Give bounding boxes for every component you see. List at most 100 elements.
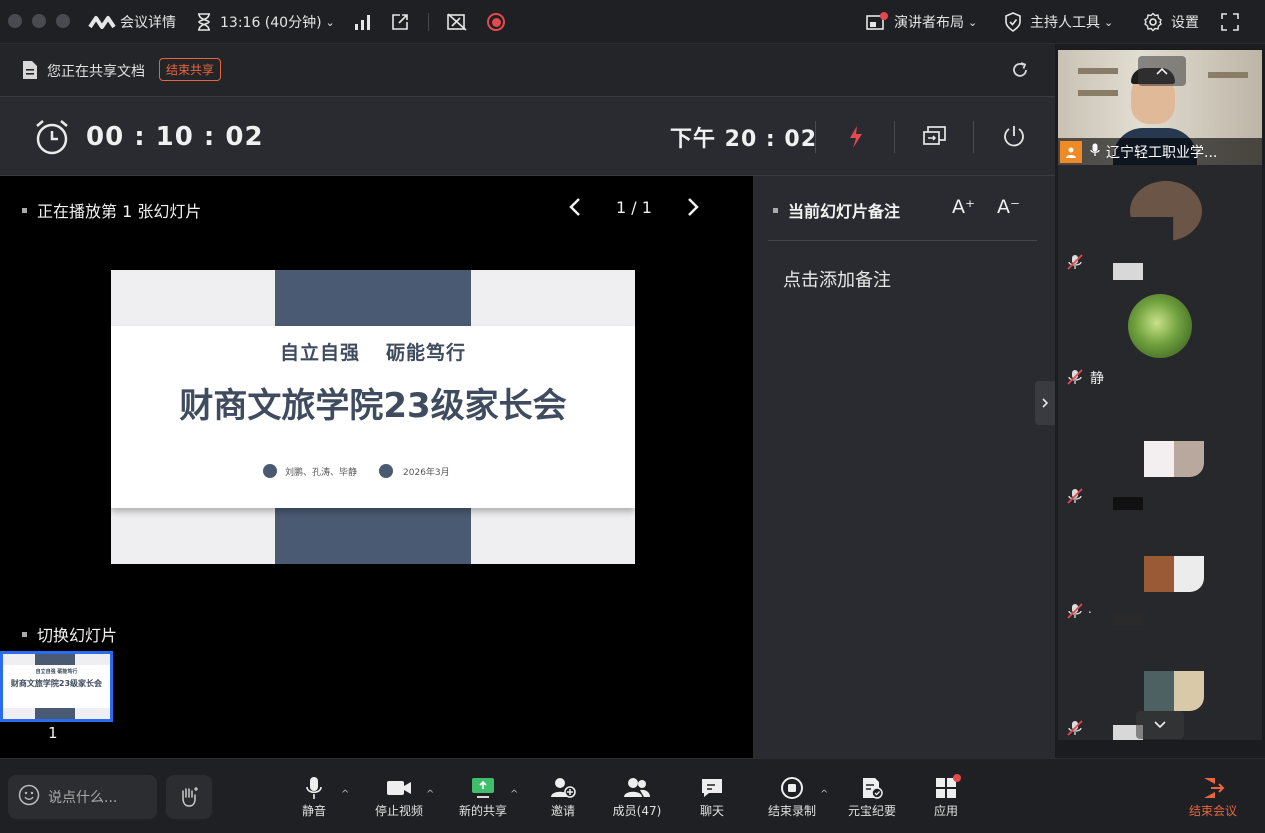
window-minimize-button[interactable] [32,14,46,28]
participant-tile[interactable] [1058,395,1262,510]
raise-hand-button[interactable] [166,775,212,819]
thumb-title: 财商文旅学院23级家长会 [10,679,103,688]
elapsed-time-label: 13:16 (40分钟) [220,15,322,31]
slide-authors: 刘鹏、孔涛、毕静 [285,467,358,478]
participant-tile[interactable] [1058,625,1262,740]
meeting-details-button[interactable]: 会议详情 [88,0,176,44]
chevron-down-icon: ⌄ [325,15,335,29]
new-share-label: 新的共享 [458,804,507,818]
microphone-icon [306,774,322,802]
video-camera-icon [386,774,412,802]
chevron-down-icon: ⌄ [1104,15,1114,29]
participants-panel: 辽宁轻工职业学... 静 . [1055,44,1265,758]
muted-microphone-icon [1066,602,1084,620]
yuanbao-notes-button[interactable]: 元宝纪要 [845,759,899,833]
now-playing-label: 正在播放第 1 张幻灯片 [37,202,202,221]
refresh-icon[interactable] [1010,60,1030,84]
chevron-up-icon[interactable]: ^ [510,789,518,800]
chevron-up-icon[interactable]: ^ [341,789,349,800]
gear-icon [1144,12,1162,32]
end-meeting-button[interactable]: 结束会议 [1185,759,1241,833]
slide-motto-left: 自立自强 [279,342,360,364]
invite-label: 邀请 [550,804,575,818]
chevron-down-icon[interactable] [1136,711,1184,739]
page-indicator: 1 / 1 [616,198,652,217]
presenter-layout-button[interactable]: 演讲者布局 ⌄ [866,0,977,44]
microphone-icon [1090,142,1100,161]
ai-notes-icon [860,774,884,802]
stop-video-button[interactable]: 停止视频 [372,759,426,833]
participant-tile[interactable]: 静 [1058,280,1262,395]
chat-placeholder: 说点什么... [48,790,118,806]
add-user-icon [550,774,576,802]
signal-strength-icon[interactable] [354,0,372,44]
settings-button[interactable]: 设置 [1143,0,1199,44]
presenter-timer-bar: 00 : 10 : 02 下午 20 : 02 [0,96,1055,176]
settings-label: 设置 [1171,15,1199,31]
members-button[interactable]: 成员(47) [611,759,663,833]
calendar-icon [379,464,394,478]
end-meeting-label: 结束会议 [1188,804,1237,818]
slide-motto-right: 砺能笃行 [386,342,467,364]
muted-microphone-icon [1066,719,1084,737]
power-end-slideshow-icon[interactable] [1002,124,1026,152]
presenter-layout-label: 演讲者布局 [894,15,964,31]
thumb-motto-left: 自立自强 [35,669,56,675]
thumbnail-number: 1 [48,724,58,742]
participant-tile[interactable]: . [1058,510,1262,625]
switch-screen-icon[interactable] [923,125,947,151]
chevron-right-icon [1042,398,1049,408]
now-playing-heading: 正在播放第 1 张幻灯片 [22,198,201,222]
window-close-button[interactable] [8,14,22,28]
emoji-icon[interactable] [18,784,40,810]
bottom-toolbar: 说点什么... 静音 ^ 停止视频 ^ 新的共享 ^ 邀请 成员(47) 聊天 … [0,758,1265,833]
slide-motto: 自立自强 砺能笃行 [111,338,635,365]
participant-tile-host[interactable]: 辽宁轻工职业学... [1058,50,1262,165]
slide-thumbnail-1[interactable]: 自立自强 砺能笃行 财商文旅学院23级家长会 [0,651,113,722]
stop-annotation-icon[interactable] [446,0,468,44]
top-bar: 会议详情 13:16 (40分钟) ⌄ 演讲者布局 ⌄ 主持人工具 ⌄ 设置 [0,0,1265,44]
participant-name: . [1088,602,1092,616]
host-tools-button[interactable]: 主持人工具 ⌄ [1004,0,1113,44]
font-decrease-button[interactable]: A⁻ [997,196,1020,218]
thumb-motto-right: 砺能笃行 [57,669,78,675]
fullscreen-icon[interactable] [1221,0,1239,44]
current-slide: 自立自强 砺能笃行 财商文旅学院23级家长会 刘鹏、孔涛、毕静 2026年3月 [111,270,635,564]
elapsed-time-dropdown[interactable]: 13:16 (40分钟) ⌄ [196,0,335,44]
participant-tile[interactable] [1058,165,1262,280]
host-badge-icon [1060,140,1082,163]
recording-indicator-icon[interactable] [487,0,505,44]
apps-grid-icon [935,774,961,802]
layout-icon [866,12,888,31]
popout-window-icon[interactable] [391,0,409,44]
chevron-up-icon[interactable]: ^ [820,789,828,800]
chevron-up-icon[interactable] [1138,56,1186,86]
new-share-button[interactable]: 新的共享 [456,759,510,833]
next-slide-button[interactable] [686,196,700,222]
chat-input[interactable]: 说点什么... [8,775,157,819]
stop-share-button[interactable]: 结束共享 [159,58,222,81]
document-icon [22,60,38,84]
previous-slide-button[interactable] [568,196,582,224]
window-zoom-button[interactable] [56,14,70,28]
chat-bubble-icon [700,774,724,802]
stop-video-label: 停止视频 [374,804,423,818]
shield-icon [1005,12,1021,32]
current-clock: 下午 20 : 02 [670,127,818,152]
add-notes-field[interactable]: 点击添加备注 [783,266,891,292]
end-recording-button[interactable]: 结束录制 [765,759,819,833]
host-name: 辽宁轻工职业学... [1106,144,1218,161]
font-increase-button[interactable]: A⁺ [952,196,975,218]
switch-slide-heading: 切换幻灯片 [22,622,117,646]
laser-pointer-icon[interactable] [846,125,866,153]
muted-microphone-icon [1066,487,1084,505]
participant-name: 静 [1090,371,1104,387]
apps-button[interactable]: 应用 [932,759,961,833]
chevron-up-icon[interactable]: ^ [426,789,434,800]
chat-button[interactable]: 聊天 [698,759,726,833]
notes-panel: 当前幻灯片备注 A⁺ A⁻ 点击添加备注 [753,176,1055,758]
meeting-details-label: 会议详情 [120,15,176,31]
mute-button[interactable]: 静音 [300,759,328,833]
collapse-panel-button[interactable] [1035,381,1055,425]
invite-button[interactable]: 邀请 [548,759,578,833]
